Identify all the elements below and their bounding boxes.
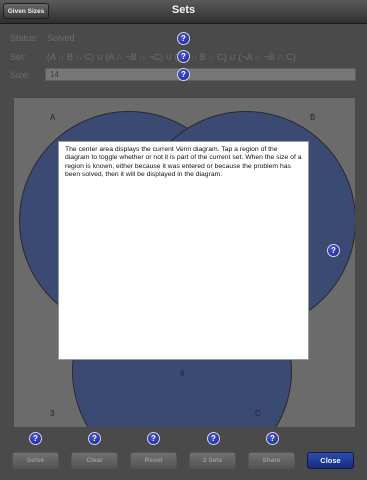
region-outside-size: 3 <box>50 409 55 418</box>
status-label: Status: <box>10 33 39 43</box>
size-field[interactable]: 14 <box>45 68 356 81</box>
label-a: A <box>50 113 56 122</box>
set-help-icon[interactable]: ? <box>177 50 190 63</box>
close-button[interactable]: Close <box>307 452 354 469</box>
share-button[interactable]: Share <box>248 452 295 469</box>
solve-help-icon[interactable]: ? <box>29 432 42 445</box>
diagram-help-icon[interactable]: ? <box>327 244 340 257</box>
reset-button[interactable]: Reset <box>130 452 177 469</box>
label-c: C <box>255 409 261 418</box>
set-label: Set: <box>10 52 27 62</box>
two-sets-help-icon[interactable]: ? <box>207 432 220 445</box>
set-expression: (A ∩ B ∩ C) ∪ (A ∩ ¬B ∩ ¬C) ∪ (¬A ∩ B ∩ … <box>47 52 296 62</box>
share-help-icon[interactable]: ? <box>266 432 279 445</box>
region-c-only-size: 6 <box>180 369 185 378</box>
size-label: Size: <box>10 70 31 80</box>
solve-button[interactable]: Solve <box>12 452 59 469</box>
help-popover: The center area displays the current Ven… <box>58 141 309 360</box>
reset-help-icon[interactable]: ? <box>147 432 160 445</box>
clear-help-icon[interactable]: ? <box>88 432 101 445</box>
status-value: Solved <box>47 33 75 43</box>
status-help-icon[interactable]: ? <box>177 32 190 45</box>
navigation-bar: Given Sizes Sets <box>0 0 367 24</box>
two-sets-button[interactable]: 2 Sets <box>189 452 236 469</box>
size-help-icon[interactable]: ? <box>177 68 190 81</box>
page-title: Sets <box>171 4 196 16</box>
clear-button[interactable]: Clear <box>71 452 118 469</box>
label-b: B <box>310 113 316 122</box>
